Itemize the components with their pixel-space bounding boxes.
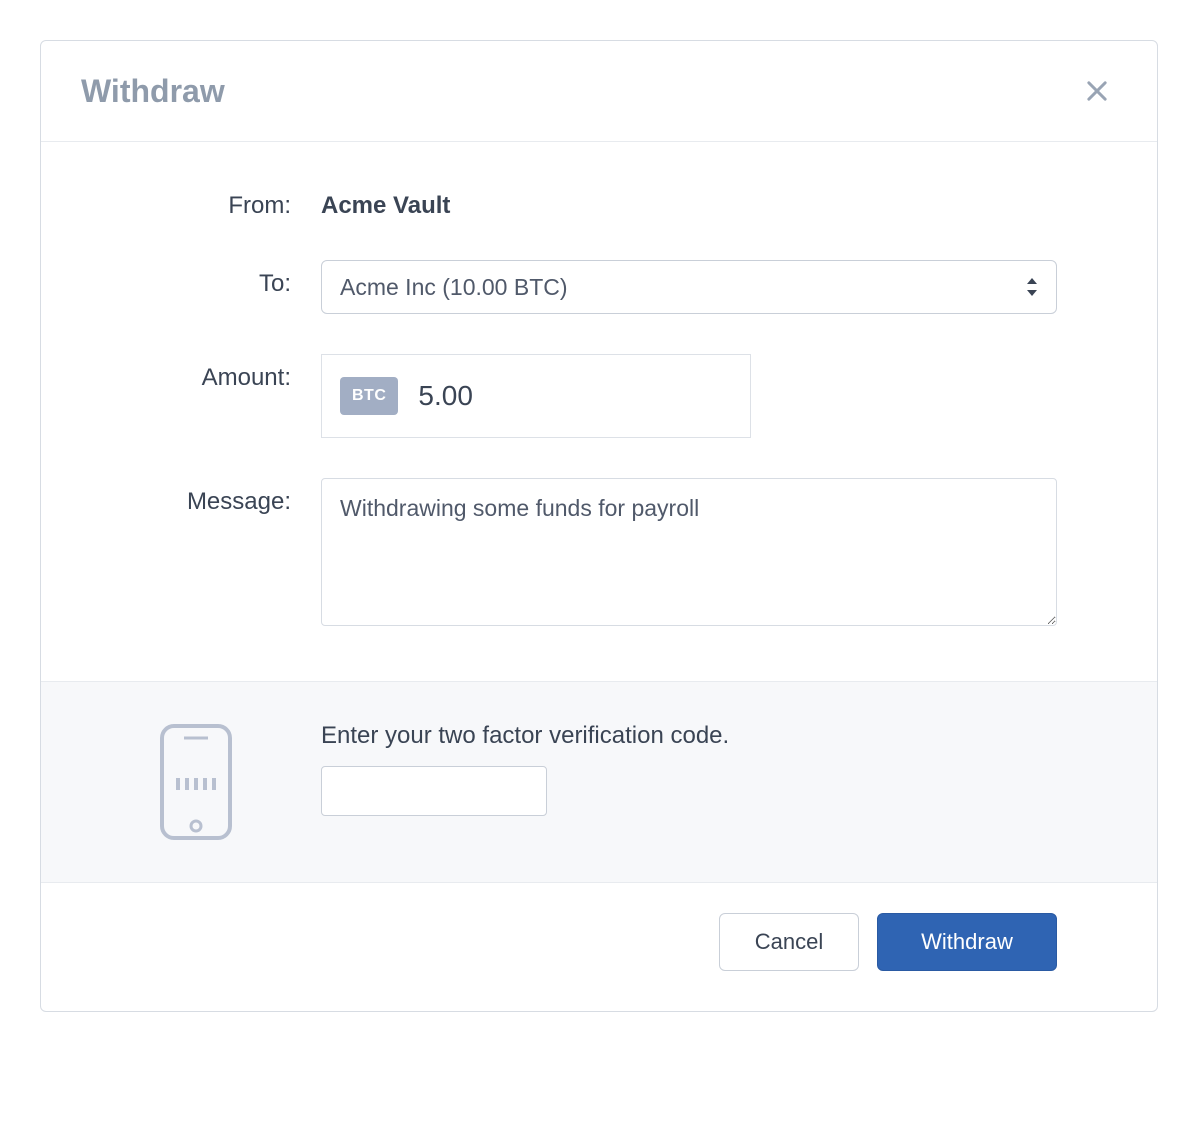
to-select-wrap: Acme Inc (10.00 BTC) <box>321 260 1057 314</box>
currency-badge: BTC <box>340 377 398 415</box>
two-factor-input[interactable] <box>321 766 547 816</box>
withdraw-button[interactable]: Withdraw <box>877 913 1057 971</box>
withdraw-modal: Withdraw From: Acme Vault To: Acme Inc (… <box>40 40 1158 1012</box>
from-value: Acme Vault <box>321 182 1057 220</box>
phone-icon <box>156 722 236 842</box>
close-button[interactable] <box>1077 71 1117 111</box>
two-factor-section: Enter your two factor verification code. <box>41 681 1157 883</box>
message-textarea[interactable] <box>321 478 1057 626</box>
modal-header: Withdraw <box>41 41 1157 142</box>
from-label: From: <box>101 182 321 220</box>
two-factor-content: Enter your two factor verification code. <box>321 722 1057 816</box>
amount-row: Amount: BTC <box>101 354 1057 438</box>
close-icon <box>1083 77 1111 105</box>
amount-input[interactable] <box>398 380 648 412</box>
to-select[interactable]: Acme Inc (10.00 BTC) <box>321 260 1057 314</box>
message-label: Message: <box>101 478 321 516</box>
phone-icon-wrap <box>101 722 321 842</box>
from-row: From: Acme Vault <box>101 182 1057 220</box>
two-factor-label: Enter your two factor verification code. <box>321 722 1057 750</box>
amount-label: Amount: <box>101 354 321 392</box>
modal-title: Withdraw <box>81 73 225 110</box>
to-row: To: Acme Inc (10.00 BTC) <box>101 260 1057 314</box>
modal-body: From: Acme Vault To: Acme Inc (10.00 BTC… <box>41 142 1157 681</box>
message-row: Message: <box>101 478 1057 631</box>
amount-wrap: BTC <box>321 354 751 438</box>
to-label: To: <box>101 260 321 298</box>
modal-footer: Cancel Withdraw <box>41 883 1157 1011</box>
cancel-button[interactable]: Cancel <box>719 913 859 971</box>
